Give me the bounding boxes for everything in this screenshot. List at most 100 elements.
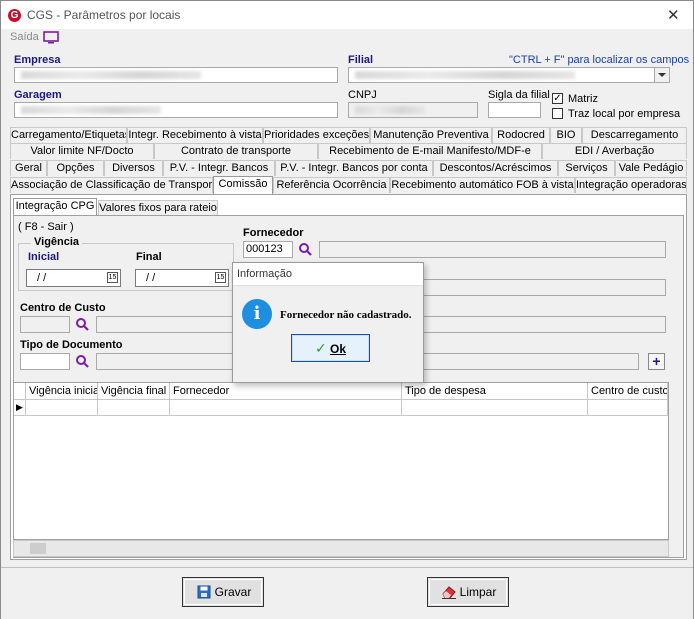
f8-hint: ( F8 - Sair ) <box>18 221 74 233</box>
gravar-label[interactable]: Gravar <box>215 585 252 599</box>
subtab-valores-fixos[interactable]: Valores fixos para rateio <box>98 200 218 216</box>
matriz-checkbox[interactable]: ✓ <box>552 93 563 104</box>
inicial-date-value[interactable]: / / <box>37 272 46 284</box>
centro-custo-code-field[interactable] <box>20 316 70 333</box>
grid-header-tipo-despesa[interactable]: Tipo de despesa <box>402 383 588 400</box>
grid-header-centro-custo[interactable]: Centro de custo <box>588 383 668 400</box>
tab-pv-integr-conta[interactable]: P.V. - Integr. Bancos por conta <box>275 160 433 176</box>
tab-carregamento[interactable]: Carregamento/Etiquetas <box>10 127 127 143</box>
check-icon: ✓ <box>314 340 327 356</box>
centro-custo-label: Centro de Custo <box>20 302 106 314</box>
inicial-date-field[interactable]: / / 15 <box>26 269 121 287</box>
add-icon[interactable]: + <box>648 353 665 370</box>
traz-local-checkbox[interactable] <box>552 108 563 119</box>
tab-row-2: Valor limite NF/Docto Contrato de transp… <box>10 143 687 159</box>
final-label: Final <box>136 251 162 263</box>
tab-opcoes[interactable]: Opções <box>47 160 104 176</box>
gravar-button[interactable]: Gravar <box>182 577 264 607</box>
tab-geral-label[interactable]: Geral <box>15 162 42 174</box>
grid-corner <box>14 383 26 400</box>
grid-header-vigencia-inicial[interactable]: Vigência inicial <box>26 383 98 400</box>
tab-descontos[interactable]: Descontos/Acréscimos <box>433 160 558 176</box>
tab-edi[interactable]: EDI / Averbação <box>542 143 687 159</box>
tab-servicos[interactable]: Serviços <box>558 160 615 176</box>
calendar-icon[interactable]: 15 <box>107 272 118 283</box>
empresa-field[interactable] <box>14 67 338 83</box>
calendar-icon[interactable]: 15 <box>215 272 226 283</box>
cnpj-field[interactable] <box>348 102 478 118</box>
tab-integracao-operadoras[interactable]: Integração operadoras <box>575 177 687 193</box>
tab-prioridades[interactable]: Prioridades exceções <box>263 127 370 143</box>
title-bar: G CGS - Parâmetros por locais ✕ <box>1 1 693 29</box>
cnpj-label: CNPJ <box>348 89 377 101</box>
grid-header-fornecedor[interactable]: Fornecedor <box>170 383 402 400</box>
horizontal-scrollbar[interactable] <box>13 540 669 557</box>
garagem-field[interactable] <box>14 102 338 118</box>
empresa-label: Empresa <box>14 54 61 66</box>
subtab-integracao-cpg[interactable]: Integração CPG <box>13 198 97 216</box>
close-icon[interactable]: ✕ <box>667 6 680 24</box>
tab-recebimento-fob[interactable]: Recebimento automático FOB à vista <box>390 177 575 193</box>
tab-comissao[interactable]: Comissão <box>213 176 273 194</box>
tab-geral[interactable]: Geral <box>10 160 47 176</box>
fornecedor-code-field[interactable]: 000123 <box>243 241 293 258</box>
bottom-bar <box>1 567 693 619</box>
tab-rodocred[interactable]: Rodocred <box>492 127 550 143</box>
table-cell[interactable] <box>98 400 170 416</box>
tab-diversos[interactable]: Diversos <box>104 160 163 176</box>
matriz-label: Matriz <box>568 93 598 105</box>
search-icon[interactable] <box>75 317 89 331</box>
search-icon[interactable] <box>298 242 312 256</box>
data-grid[interactable]: Vigência inicial Vigência final Forneced… <box>13 382 669 540</box>
tab-referencia[interactable]: Referência Ocorrência <box>273 177 390 193</box>
grid-header-vigencia-final[interactable]: Vigência final <box>98 383 170 400</box>
main-window: G CGS - Parâmetros por locais ✕ Saída Em… <box>0 0 694 619</box>
filial-select[interactable] <box>348 67 670 83</box>
table-cell[interactable] <box>402 400 588 416</box>
table-cell[interactable] <box>26 400 98 416</box>
search-hint: "CTRL + F" para localizar os campos <box>509 54 690 66</box>
info-icon: i <box>242 299 272 329</box>
final-date-field[interactable]: / / 15 <box>135 269 229 287</box>
table-cell[interactable] <box>170 400 402 416</box>
menu-saida[interactable]: Saída <box>10 31 59 44</box>
garagem-label: Garagem <box>14 89 62 101</box>
tab-pv-integr[interactable]: P.V. - Integr. Bancos <box>163 160 275 176</box>
ok-button[interactable]: ✓ Ok <box>291 334 370 362</box>
row-indicator-icon: ▶ <box>14 400 26 416</box>
save-icon <box>197 585 211 599</box>
tab-row-3: Geral Opções Diversos P.V. - Integr. Ban… <box>10 160 687 176</box>
tab-row-4: Associação de Classificação de Transport… <box>10 176 687 194</box>
menu-saida-label[interactable]: Saída <box>10 31 39 43</box>
tipo-documento-code-field[interactable] <box>20 353 70 370</box>
window-title: CGS - Parâmetros por locais <box>27 8 181 22</box>
final-date-value[interactable]: / / <box>146 272 155 284</box>
search-icon[interactable] <box>75 354 89 368</box>
fornecedor-label: Fornecedor <box>243 227 304 239</box>
limpar-button[interactable]: Limpar <box>427 577 509 607</box>
tab-associacao[interactable]: Associação de Classificação de Transport… <box>10 177 213 193</box>
sigla-field[interactable] <box>488 102 541 118</box>
traz-local-label: Traz local por empresa <box>568 108 681 120</box>
table-cell[interactable] <box>588 400 668 416</box>
tab-bio[interactable]: BIO <box>550 127 582 143</box>
fornecedor-name-field[interactable] <box>319 241 666 258</box>
ok-label[interactable]: Ok <box>330 342 346 356</box>
tab-row-1: Carregamento/Etiquetas Integr. Recebimen… <box>10 127 687 143</box>
tab-recebimento-email[interactable]: Recebimento de E-mail Manifesto/MDF-e <box>318 143 542 159</box>
chevron-down-icon[interactable] <box>654 68 669 82</box>
filial-label: Filial <box>348 54 374 66</box>
tab-valor-limite[interactable]: Valor limite NF/Docto <box>10 143 154 159</box>
tab-vale-pedagio[interactable]: Vale Pedágio <box>615 160 687 176</box>
tab-descarregamento[interactable]: Descarregamento <box>582 127 687 143</box>
monitor-icon[interactable] <box>43 31 59 44</box>
tab-integr-recebimento[interactable]: Integr. Recebimento à vista <box>127 127 263 143</box>
dialog-title: Informação <box>237 268 293 280</box>
tab-contrato[interactable]: Contrato de transporte <box>154 143 318 159</box>
inicial-label: Inicial <box>28 251 60 263</box>
fornecedor-code-value[interactable]: 000123 <box>246 243 283 255</box>
tab-manutencao[interactable]: Manutenção Preventiva <box>370 127 492 143</box>
limpar-label[interactable]: Limpar <box>460 585 497 599</box>
vigencia-label: Vigência <box>31 236 83 248</box>
scrollbar-thumb[interactable] <box>30 543 46 554</box>
